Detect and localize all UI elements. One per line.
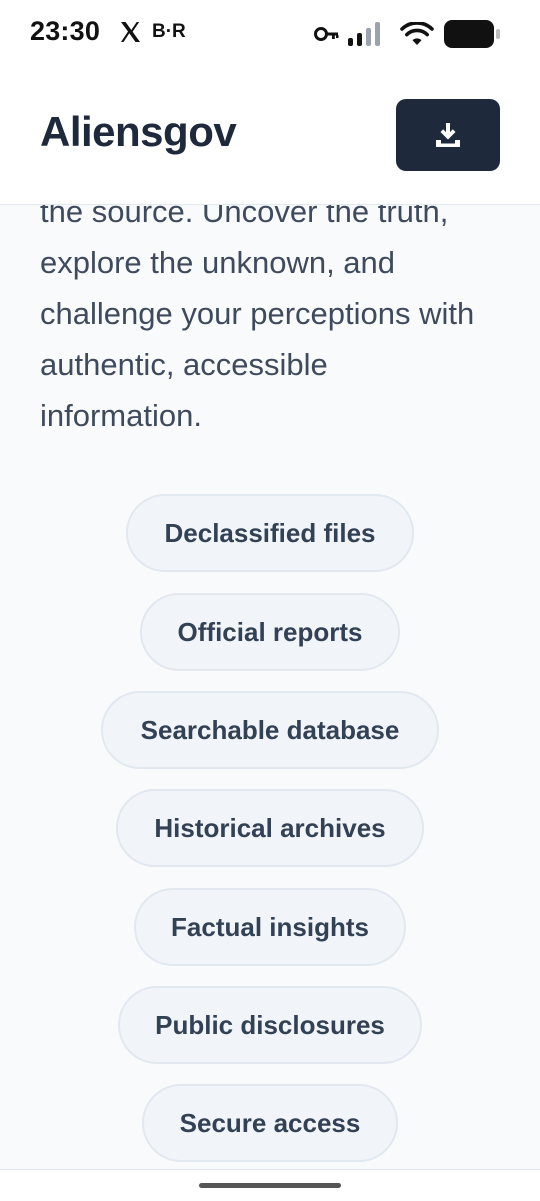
feature-chip-historical-archives[interactable]: Historical archives <box>116 789 424 867</box>
brand-logo[interactable]: Aliensgov <box>40 108 237 156</box>
status-time: 23:30 <box>30 16 101 46</box>
download-icon <box>436 123 460 147</box>
status-notification-label: B·R <box>152 21 186 42</box>
feature-chip-public-disclosures[interactable]: Public disclosures <box>118 986 422 1064</box>
feature-chip-searchable-database[interactable]: Searchable database <box>101 691 439 769</box>
feature-chip-declassified-files[interactable]: Declassified files <box>126 494 414 572</box>
intro-line: information. <box>40 398 202 433</box>
intro-line: explore the unknown, and <box>40 245 396 280</box>
key-icon <box>314 27 339 41</box>
intro-text: the source. Uncover the truth, explore t… <box>40 204 510 441</box>
feature-chip-secure-access[interactable]: Secure access <box>142 1084 398 1162</box>
battery-icon <box>444 20 500 48</box>
feature-chip-factual-insights[interactable]: Factual insights <box>134 888 406 966</box>
intro-line: authentic, accessible <box>40 347 328 382</box>
status-right-icons <box>314 18 504 50</box>
download-button[interactable] <box>396 99 500 171</box>
home-indicator[interactable] <box>199 1183 341 1188</box>
status-bar: 23:30 B·R <box>0 0 540 68</box>
signal-icon <box>348 22 380 46</box>
intro-line: challenge your perceptions with <box>40 296 475 331</box>
main-content: the source. Uncover the truth, explore t… <box>0 204 540 1169</box>
wifi-icon <box>400 22 434 45</box>
feature-chip-official-reports[interactable]: Official reports <box>140 593 400 671</box>
intro-line: the source. Uncover the truth, <box>40 204 449 229</box>
x-logo-icon <box>121 22 140 42</box>
app-header: Aliensgov <box>0 68 540 205</box>
bottom-gesture-bar <box>0 1169 540 1201</box>
